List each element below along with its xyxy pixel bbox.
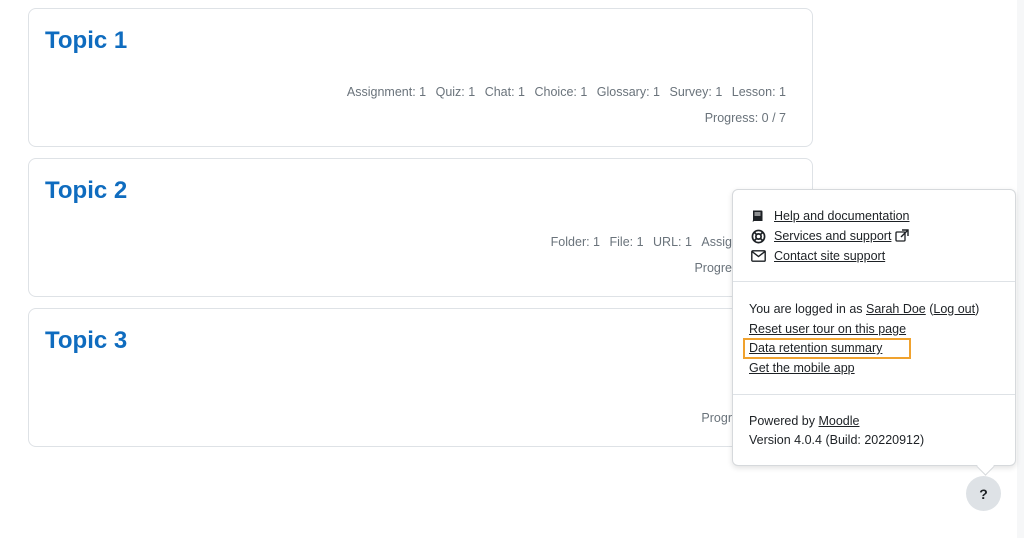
services-support-link[interactable]: Services and support bbox=[774, 229, 891, 243]
user-profile-link[interactable]: Sarah Doe bbox=[866, 302, 926, 316]
book-icon bbox=[749, 208, 767, 224]
topic-title-3[interactable]: Topic 3 bbox=[45, 327, 127, 355]
question-mark-icon: ? bbox=[979, 485, 988, 502]
powered-by-prefix: Powered by bbox=[749, 414, 819, 428]
progress-text-2: Progre bbox=[694, 261, 732, 275]
mobile-app-link[interactable]: Get the mobile app bbox=[749, 361, 855, 375]
activity-count: File: 1 bbox=[609, 235, 644, 249]
topic-title-1[interactable]: Topic 1 bbox=[45, 27, 127, 55]
logout-link[interactable]: Log out bbox=[933, 302, 975, 316]
activity-count: Choice: 1 bbox=[534, 85, 588, 99]
services-support-row[interactable]: Services and support bbox=[749, 227, 910, 245]
activity-summary-1: Assignment: 1 Quiz: 1 Chat: 1 Choice: 1 … bbox=[341, 85, 786, 99]
topic-card-2: Topic 2 Folder: 1 File: 1 URL: 1 Assig P… bbox=[28, 158, 813, 297]
help-docs-row[interactable]: Help and documentation bbox=[749, 207, 910, 225]
activity-count: Folder: 1 bbox=[550, 235, 601, 249]
activity-count: Assignment: 1 bbox=[346, 85, 427, 99]
page-edge-strip bbox=[1017, 0, 1024, 538]
logged-in-prefix: You are logged in as bbox=[749, 302, 866, 316]
topic-card-3: Topic 3 Progr bbox=[28, 308, 813, 447]
moodle-link[interactable]: Moodle bbox=[818, 414, 859, 428]
popover-arrow bbox=[976, 457, 995, 476]
activity-count: Assig bbox=[701, 235, 732, 249]
life-ring-icon bbox=[749, 228, 767, 244]
version-text: Version 4.0.4 (Build: 20220912) bbox=[749, 433, 925, 447]
highlight-box bbox=[743, 338, 911, 359]
reset-tour-link[interactable]: Reset user tour on this page bbox=[749, 322, 906, 336]
activity-count: URL: 1 bbox=[653, 235, 692, 249]
activity-count: Lesson: 1 bbox=[731, 85, 786, 99]
contact-support-row[interactable]: Contact site support bbox=[749, 247, 885, 265]
help-docs-link[interactable]: Help and documentation bbox=[774, 209, 910, 223]
activity-count: Survey: 1 bbox=[669, 85, 723, 99]
external-link-icon bbox=[895, 229, 910, 243]
popover-divider bbox=[733, 281, 1015, 282]
logout-close: ) bbox=[975, 302, 980, 316]
footer-popover: Help and documentation Services and supp… bbox=[732, 189, 1016, 476]
activity-summary-2: Folder: 1 File: 1 URL: 1 Assig bbox=[545, 235, 732, 249]
activity-count: Quiz: 1 bbox=[435, 85, 476, 99]
topic-card-1: Topic 1 Assignment: 1 Quiz: 1 Chat: 1 Ch… bbox=[28, 8, 813, 147]
contact-support-link[interactable]: Contact site support bbox=[774, 249, 885, 263]
progress-text-1: Progress: 0 / 7 bbox=[704, 111, 786, 125]
activity-count: Glossary: 1 bbox=[596, 85, 660, 99]
activity-count: Chat: 1 bbox=[484, 85, 525, 99]
envelope-icon bbox=[749, 248, 767, 264]
progress-text-3: Progr bbox=[701, 411, 732, 425]
powered-by: Powered by Moodle bbox=[749, 412, 859, 430]
topic-title-2[interactable]: Topic 2 bbox=[45, 177, 127, 205]
help-button[interactable]: ? bbox=[966, 476, 1001, 511]
popover-divider bbox=[733, 394, 1015, 395]
logged-in-info: You are logged in as Sarah Doe (Log out) bbox=[749, 300, 979, 318]
